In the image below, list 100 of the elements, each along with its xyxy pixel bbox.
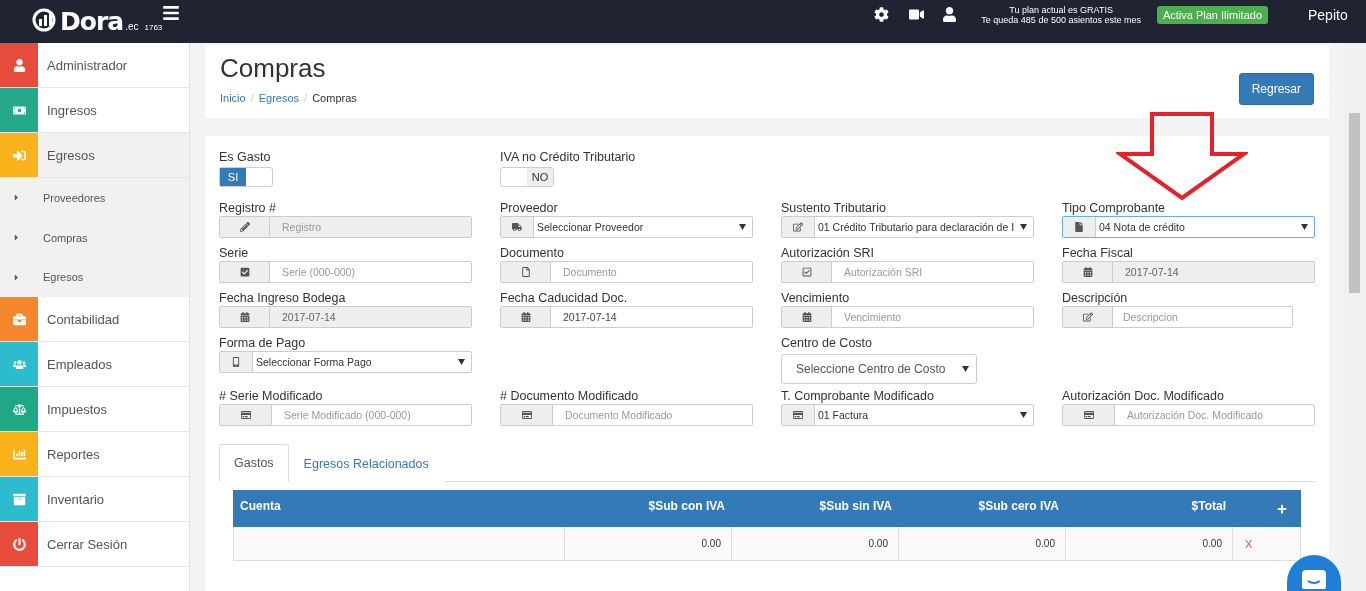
settings-icon[interactable] — [874, 7, 890, 22]
column-header: $Sub cero IVA — [899, 490, 1066, 527]
field-label: Autorización SRI — [781, 246, 876, 260]
sidebar-item[interactable]: Impuestos — [0, 387, 189, 433]
logo-suffix: .ec — [125, 21, 139, 32]
select-field[interactable]: 04 Nota de crédito — [1062, 216, 1315, 238]
sidebar-item[interactable]: Reportes — [0, 432, 189, 478]
truck-icon — [512, 222, 522, 232]
calendar-icon — [239, 312, 250, 322]
pencil-icon — [239, 222, 250, 232]
caret-icon — [1020, 224, 1027, 230]
back-button[interactable]: Regresar — [1238, 73, 1314, 105]
field-label: Tipo Comprobante — [1062, 201, 1167, 215]
select-field[interactable]: 01 Factura — [781, 404, 1034, 426]
toggle-switch[interactable]: SI — [219, 167, 273, 187]
menu-icon[interactable] — [162, 4, 181, 22]
caret-icon — [12, 272, 21, 282]
file-icon — [1074, 222, 1084, 232]
breadcrumb-link[interactable]: Egresos — [258, 92, 300, 104]
submenu-item[interactable]: Proveedores — [0, 178, 189, 218]
checkbox-icon — [239, 267, 250, 277]
calendar-icon — [801, 312, 812, 322]
delete-button[interactable]: X — [1245, 537, 1253, 550]
sidebar-item[interactable]: Contabilidad — [0, 297, 189, 343]
table-cell: 0.00 — [565, 527, 732, 561]
toggle-switch[interactable]: NO — [500, 167, 554, 187]
caret-icon — [1020, 412, 1027, 418]
table-cell: 0.00 — [732, 527, 899, 561]
field-label: Documento — [500, 246, 565, 260]
submenu-item[interactable]: Compras — [0, 217, 189, 258]
field-label: Sustento Tributario — [781, 201, 887, 215]
sidebar-item[interactable]: Egresos — [0, 133, 189, 178]
card-icon — [240, 410, 251, 420]
submenu-item[interactable]: Egresos — [0, 257, 189, 298]
add-icon[interactable] — [1277, 503, 1287, 514]
field-label: Autorización Doc. Modificado — [1062, 389, 1225, 403]
bar-chart-icon — [12, 447, 26, 461]
field-label: Proveedor — [500, 201, 559, 215]
sidebar-item[interactable]: Empleados — [0, 342, 189, 388]
sidebar-item[interactable]: Cerrar Sesión — [0, 522, 189, 568]
scales-icon — [12, 402, 26, 416]
card-icon — [521, 410, 532, 420]
select-field[interactable]: 01 Crédito Tributario para declaración de I — [781, 216, 1034, 238]
user-icon[interactable] — [942, 7, 958, 22]
archive-icon — [12, 492, 26, 506]
video-camera-icon[interactable] — [909, 7, 925, 22]
field-label: Registro # — [219, 201, 277, 215]
chat-icon — [1301, 569, 1327, 589]
breadcrumb-separator: / — [304, 92, 308, 104]
select-field[interactable]: Seleccione Centro de Costo — [781, 354, 977, 384]
field-label: IVA no Crédito Tributario — [500, 150, 637, 164]
field-label: Serie — [219, 246, 250, 260]
caret-icon — [458, 359, 465, 365]
field-label: Vencimiento — [781, 291, 851, 305]
checkbox-icon — [801, 267, 812, 277]
user-icon — [12, 58, 26, 72]
calendar-icon — [1082, 267, 1093, 277]
field-label: T. Comprobante Modificado — [781, 389, 935, 403]
tab[interactable]: Gastos — [219, 444, 289, 482]
briefcase-icon — [12, 312, 26, 326]
sidebar-item[interactable]: Administrador — [0, 43, 189, 88]
input-field[interactable]: 2017-07-14 — [500, 306, 753, 328]
card-icon — [1083, 410, 1094, 420]
sidebar-item[interactable]: Ingresos — [0, 88, 189, 133]
caret-icon — [962, 366, 969, 372]
phone-icon — [231, 357, 241, 367]
field-label: Centro de Costo — [781, 336, 874, 350]
field-label: # Documento Modificado — [500, 389, 640, 403]
edit-icon — [1082, 312, 1093, 322]
field-label: Fecha Caducidad Doc. — [500, 291, 629, 305]
column-header: $Sub con IVA — [565, 490, 732, 527]
sidebar-item[interactable]: Inventario — [0, 477, 189, 523]
select-field[interactable]: Seleccionar Proveedor — [500, 216, 753, 238]
power-icon — [12, 537, 26, 551]
field-label: Fecha Ingreso Bodega — [219, 291, 347, 305]
plan-text: Tu plan actual es GRATIS — [1009, 4, 1113, 15]
table-cell: 0.00 — [899, 527, 1066, 561]
sign-in-icon — [12, 148, 26, 162]
calendar-icon — [520, 312, 531, 322]
select-field[interactable]: Seleccionar Forma Pago — [219, 351, 472, 373]
logo-text: Dora — [60, 7, 124, 36]
field-label: Forma de Pago — [219, 336, 307, 350]
caret-icon — [739, 224, 746, 230]
column-header: $Total — [1066, 490, 1233, 527]
field-label: Fecha Fiscal — [1062, 246, 1134, 260]
table-cell: 0.00 — [1066, 527, 1233, 561]
caret-icon — [12, 233, 21, 243]
user-name[interactable]: Pepito — [1308, 6, 1358, 23]
card-icon — [793, 410, 803, 420]
page-title: Compras — [220, 53, 327, 84]
plan-text: Te queda 485 de 500 asientos este mes — [981, 14, 1141, 25]
column-header: Cuenta — [233, 490, 565, 527]
scrollbar[interactable] — [1344, 43, 1366, 591]
field-label: Descripción — [1062, 291, 1129, 305]
caret-icon — [1301, 224, 1308, 230]
breadcrumb-link[interactable]: Inicio — [220, 92, 246, 104]
breadcrumb-separator: / — [250, 92, 254, 104]
edit-icon — [793, 222, 803, 232]
users-icon — [12, 357, 26, 371]
caret-icon — [12, 193, 21, 203]
